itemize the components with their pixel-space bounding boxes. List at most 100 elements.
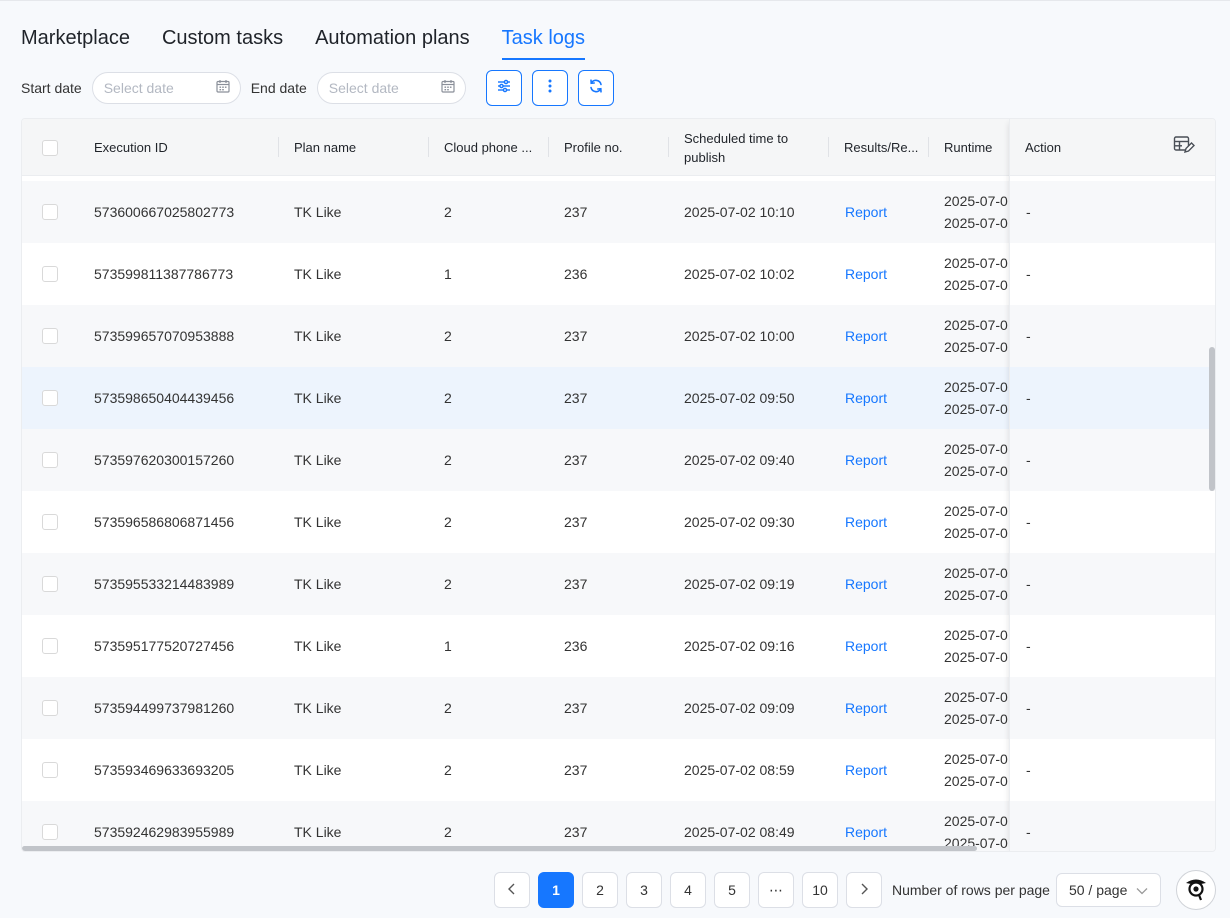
column-settings-button[interactable]	[1173, 119, 1195, 176]
row-checkbox-cell[interactable]	[42, 739, 58, 801]
row-checkbox-cell[interactable]	[42, 801, 58, 851]
cell-plan-name: TK Like	[294, 328, 342, 344]
vertical-scrollbar[interactable]	[1209, 347, 1215, 491]
cell-execution-id: 573596586806871456	[94, 514, 235, 530]
tab-task-logs[interactable]: Task logs	[501, 24, 586, 60]
page-ellipsis-button[interactable]: ⋯	[758, 872, 794, 908]
row-checkbox-cell[interactable]	[42, 367, 58, 429]
table-row[interactable]: 573595177520727456 TK Like 1 236 2025-07-02 …	[22, 615, 1215, 677]
runtime-start: 2025-07-0	[944, 503, 1008, 519]
report-link[interactable]: Report	[845, 367, 887, 429]
cell-scheduled-time: 2025-07-02 08:49	[684, 824, 795, 840]
report-link[interactable]: Report	[845, 243, 887, 305]
tab-custom-tasks[interactable]: Custom tasks	[162, 24, 283, 60]
cell-action: -	[1026, 514, 1031, 530]
table-row[interactable]: 573593469633693205 TK Like 2 237 2025-07-02 …	[22, 739, 1215, 801]
refresh-button[interactable]	[577, 70, 614, 106]
table-row[interactable]: 573595533214483989 TK Like 2 237 2025-07-02 …	[22, 553, 1215, 615]
table-row[interactable]: 573592462983955989 TK Like 2 237 2025-07-02 …	[22, 801, 1215, 851]
row-checkbox-cell[interactable]	[42, 305, 58, 367]
report-link[interactable]: Report	[845, 677, 887, 739]
select-all-checkbox[interactable]	[42, 139, 58, 156]
end-date-picker[interactable]: Select date	[316, 72, 466, 104]
row-checkbox-cell[interactable]	[42, 615, 58, 677]
table-row[interactable]: 573596586806871456 TK Like 2 237 2025-07-02 …	[22, 491, 1215, 553]
table-row[interactable]: 573599811387786773 TK Like 1 236 2025-07-02 …	[22, 243, 1215, 305]
prev-page-button[interactable]	[494, 872, 530, 908]
row-checkbox[interactable]	[42, 328, 58, 344]
more-options-button[interactable]	[531, 70, 568, 106]
row-checkbox[interactable]	[42, 700, 58, 716]
assistant-button[interactable]	[1176, 870, 1216, 910]
page-button-10[interactable]: 10	[802, 872, 838, 908]
cell-runtime: 2025-07-0 2025-07-0	[944, 491, 1008, 553]
report-link[interactable]: Report	[845, 801, 887, 851]
runtime-start: 2025-07-0	[944, 255, 1008, 271]
runtime-start: 2025-07-0	[944, 627, 1008, 643]
row-checkbox[interactable]	[42, 762, 58, 778]
row-checkbox[interactable]	[42, 266, 58, 282]
cell-execution-id: 573595533214483989	[94, 576, 235, 592]
page-button-5[interactable]: 5	[714, 872, 750, 908]
column-divider	[928, 137, 929, 157]
cell-plan-name: TK Like	[294, 762, 342, 778]
cell-execution-id: 573595177520727456	[94, 638, 235, 654]
cell-scheduled-time: 2025-07-02 09:16	[684, 638, 795, 654]
page-size-value: 50 / page	[1068, 882, 1128, 898]
top-divider	[0, 0, 1230, 1]
page-button-4[interactable]: 4	[670, 872, 706, 908]
row-checkbox[interactable]	[42, 824, 58, 840]
cell-cloud-phone: 1	[444, 266, 452, 282]
cell-runtime: 2025-07-0 2025-07-0	[944, 801, 1008, 851]
report-link[interactable]: Report	[845, 615, 887, 677]
runtime-start: 2025-07-0	[944, 565, 1008, 581]
table-row[interactable]: 573594499737981260 TK Like 2 237 2025-07-02 …	[22, 677, 1215, 739]
row-checkbox[interactable]	[42, 514, 58, 530]
table-row[interactable]: 573600667025802773 TK Like 2 237 2025-07-02 …	[22, 181, 1215, 243]
row-checkbox-cell[interactable]	[42, 243, 58, 305]
select-all-checkbox-cell[interactable]	[42, 119, 58, 176]
next-page-button[interactable]	[846, 872, 882, 908]
cell-action: -	[1026, 328, 1031, 344]
column-divider	[278, 137, 279, 157]
tab-automation-plans[interactable]: Automation plans	[315, 24, 470, 60]
calendar-icon	[441, 79, 455, 98]
row-checkbox[interactable]	[42, 452, 58, 468]
cell-profile-no: 237	[564, 514, 588, 530]
filter-settings-button[interactable]	[485, 70, 522, 106]
report-link[interactable]: Report	[845, 553, 887, 615]
row-checkbox-cell[interactable]	[42, 429, 58, 491]
row-checkbox-cell[interactable]	[42, 181, 58, 243]
runtime-end: 2025-07-0	[944, 401, 1008, 417]
cell-cloud-phone: 2	[444, 390, 452, 406]
page-size-select[interactable]: 50 / page	[1055, 873, 1161, 907]
page-button-2[interactable]: 2	[582, 872, 618, 908]
row-checkbox-cell[interactable]	[42, 677, 58, 739]
report-link[interactable]: Report	[845, 491, 887, 553]
row-checkbox[interactable]	[42, 390, 58, 406]
report-link[interactable]: Report	[845, 429, 887, 491]
page-button-1[interactable]: 1	[538, 872, 574, 908]
report-link[interactable]: Report	[845, 305, 887, 367]
col-scheduled-time: Scheduled time to publish	[684, 130, 789, 165]
table-row[interactable]: 573598650404439456 TK Like 2 237 2025-07-02 …	[22, 367, 1215, 429]
cell-profile-no: 237	[564, 762, 588, 778]
cell-cloud-phone: 2	[444, 700, 452, 716]
cell-profile-no: 236	[564, 266, 588, 282]
row-checkbox[interactable]	[42, 204, 58, 220]
page-button-3[interactable]: 3	[626, 872, 662, 908]
report-link[interactable]: Report	[845, 181, 887, 243]
table-row[interactable]: 573599657070953888 TK Like 2 237 2025-07-02 …	[22, 305, 1215, 367]
row-checkbox[interactable]	[42, 638, 58, 654]
horizontal-scrollbar[interactable]	[22, 846, 977, 851]
row-checkbox[interactable]	[42, 576, 58, 592]
row-checkbox-cell[interactable]	[42, 553, 58, 615]
report-link[interactable]: Report	[845, 739, 887, 801]
row-checkbox-cell[interactable]	[42, 491, 58, 553]
start-date-picker[interactable]: Select date	[91, 72, 241, 104]
tab-marketplace[interactable]: Marketplace	[21, 24, 130, 60]
cell-scheduled-time: 2025-07-02 09:50	[684, 390, 795, 406]
table-row[interactable]: 573597620300157260 TK Like 2 237 2025-07-02 …	[22, 429, 1215, 491]
cell-plan-name: TK Like	[294, 390, 342, 406]
cell-execution-id: 573599811387786773	[94, 266, 234, 282]
